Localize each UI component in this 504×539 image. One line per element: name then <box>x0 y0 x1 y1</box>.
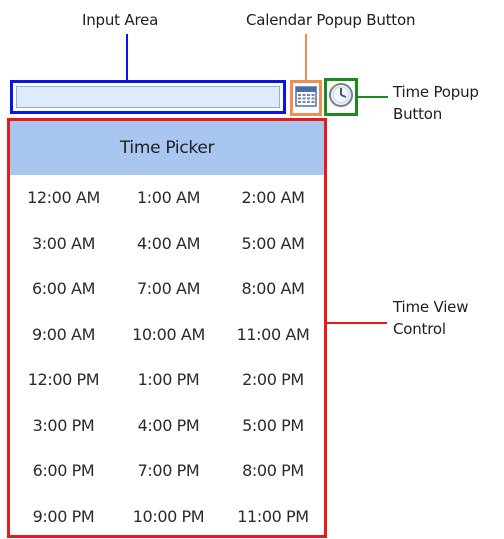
time-option[interactable]: 5:00 PM <box>221 403 325 449</box>
time-option[interactable]: 1:00 PM <box>116 357 221 403</box>
time-option[interactable]: 8:00 PM <box>221 448 325 494</box>
calendar-popup-button-callout: Calendar Popup Button <box>246 9 415 31</box>
time-view-control-callout-line2: Control <box>393 318 446 340</box>
input-area-callout: Input Area <box>82 9 158 31</box>
time-view-control-callout-line1: Time View <box>393 296 468 318</box>
time-option[interactable]: 10:00 PM <box>116 494 221 539</box>
input-area-leader-line <box>126 34 128 80</box>
time-option[interactable]: 8:00 AM <box>221 266 325 312</box>
time-option[interactable]: 12:00 PM <box>11 357 116 403</box>
time-option[interactable]: 5:00 AM <box>221 221 325 267</box>
time-popup-button-callout-line1: Time Popup <box>393 81 479 103</box>
time-option[interactable]: 4:00 PM <box>116 403 221 449</box>
time-input-field[interactable] <box>16 86 280 108</box>
time-popup-button[interactable] <box>324 78 358 116</box>
time-view-leader-line <box>327 322 387 324</box>
time-option[interactable]: 9:00 AM <box>11 312 116 358</box>
time-option[interactable]: 2:00 AM <box>221 175 325 221</box>
calendar-button-leader-line <box>305 34 307 80</box>
time-option[interactable]: 11:00 PM <box>221 494 325 539</box>
time-option[interactable]: 2:00 PM <box>221 357 325 403</box>
time-picker-header: Time Picker <box>10 121 324 175</box>
calendar-popup-button[interactable] <box>290 80 322 116</box>
input-area <box>10 80 286 114</box>
time-grid: 12:00 AM1:00 AM2:00 AM3:00 AM4:00 AM5:00… <box>11 175 324 539</box>
time-option[interactable]: 7:00 PM <box>116 448 221 494</box>
time-option[interactable]: 1:00 AM <box>116 175 221 221</box>
time-button-leader-line <box>358 96 388 98</box>
time-option[interactable]: 10:00 AM <box>116 312 221 358</box>
time-option[interactable]: 4:00 AM <box>116 221 221 267</box>
time-option[interactable]: 3:00 PM <box>11 403 116 449</box>
calendar-icon <box>295 85 317 111</box>
time-option[interactable]: 7:00 AM <box>116 266 221 312</box>
time-option[interactable]: 3:00 AM <box>11 221 116 267</box>
clock-icon <box>328 82 354 112</box>
time-view-control: Time Picker 12:00 AM1:00 AM2:00 AM 3:00 A… <box>7 118 327 538</box>
time-popup-button-callout-line2: Button <box>393 103 442 125</box>
time-option[interactable]: 9:00 PM <box>11 494 116 539</box>
time-option[interactable]: 6:00 AM <box>11 266 116 312</box>
time-option[interactable]: 6:00 PM <box>11 448 116 494</box>
time-option[interactable]: 12:00 AM <box>11 175 116 221</box>
time-option[interactable]: 11:00 AM <box>221 312 325 358</box>
